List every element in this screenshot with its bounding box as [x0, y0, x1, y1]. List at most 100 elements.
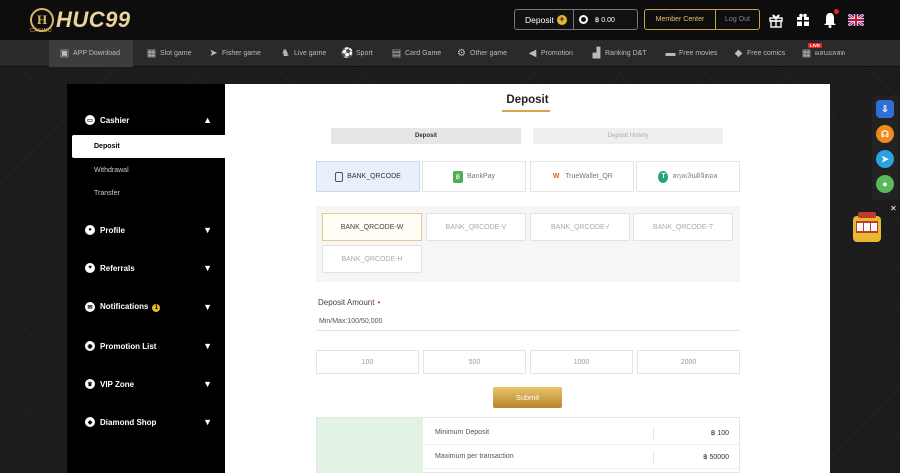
method-label: BANK_QRCODE [347, 173, 401, 180]
channel-option[interactable]: BANK_QRCODE-H [322, 245, 422, 273]
logo-subtitle: CASINO [30, 28, 53, 34]
header-deposit-label: Deposit [525, 14, 554, 25]
nav-label: Fisher game [222, 50, 261, 57]
heart-icon: ♥ [85, 263, 95, 273]
tab-deposit-history[interactable]: Deposit History [533, 128, 723, 144]
info-key: Minimum Deposit [435, 429, 490, 436]
sidebar-item-transfer[interactable]: Transfer [72, 182, 225, 205]
nav-item-sport[interactable]: ⚽ Sport [341, 40, 372, 67]
sidebar-item-withdrawal[interactable]: Withdrawal [72, 159, 225, 182]
channel-option[interactable]: BANK_QRCODE-T [633, 213, 733, 241]
slot-machine-icon[interactable] [850, 210, 884, 244]
quick-amount-button[interactable]: 100 [316, 350, 419, 374]
deposit-panel: Deposit Deposit Deposit History BANK_QRC… [225, 84, 830, 473]
download-icon[interactable]: ⇩ [876, 100, 894, 118]
balance: ฿ 0.00 [594, 16, 615, 24]
uk-flag-icon[interactable] [846, 10, 866, 30]
comic-icon: ◆ [734, 48, 743, 59]
method-bankpay[interactable]: ฿ BankPay [422, 161, 526, 192]
amount-label-text: Deposit Amount [318, 298, 375, 307]
channel-option[interactable]: BANK_QRCODE-/ [530, 213, 630, 241]
required-marker: • [377, 298, 381, 307]
method-crypto[interactable]: T สกุลเงินดิจิตอล [636, 161, 740, 192]
scoreboard-icon: ▦ [801, 48, 812, 59]
title-underline [502, 110, 550, 112]
gift-icon[interactable] [766, 10, 786, 30]
sidebar-label: Notifications 1 [100, 302, 161, 312]
nav-item-live-game[interactable]: ♞ Live game [280, 40, 326, 67]
deposit-info-panel: Minimum Deposit ฿ 100 Maximum per transa… [316, 417, 741, 473]
floating-contact-bar: ⇩ ☊ ➤ ● [872, 96, 898, 200]
nav-label: Ranking D&T [605, 50, 647, 57]
sidebar-item-deposit[interactable]: Deposit [72, 135, 225, 158]
notification-dot [834, 9, 839, 14]
member-box: Member Center Log Out [644, 9, 760, 30]
method-bank-qrcode[interactable]: BANK_QRCODE [316, 161, 420, 192]
nav-item-app-download[interactable]: ▣ APP Download [49, 40, 133, 67]
close-icon[interactable]: ✕ [890, 204, 897, 213]
chevron-down-icon: ▼ [203, 225, 212, 235]
nav-item-fisher-game[interactable]: ➤ Fisher game [208, 40, 261, 67]
quick-amount-button[interactable]: 500 [423, 350, 526, 374]
method-truewallet[interactable]: W TrueWallet_QR [530, 161, 634, 192]
headset-icon[interactable]: ☊ [876, 125, 894, 143]
quick-amount-button[interactable]: 2000 [637, 350, 740, 374]
divider [572, 9, 574, 30]
bell-icon[interactable] [820, 9, 840, 30]
method-label: TrueWallet_QR [565, 173, 613, 180]
notification-count-badge: 1 [152, 304, 161, 312]
info-value: ฿ 50000 [703, 453, 729, 461]
account-sidebar: ▭ Cashier ▲ Deposit Withdrawal Transfer … [67, 84, 225, 473]
giftbox-icon[interactable] [793, 10, 813, 30]
method-label: BankPay [466, 173, 496, 180]
sidebar-referrals[interactable]: ♥ Referrals ▼ [67, 259, 225, 277]
chevron-up-icon: ▲ [203, 115, 212, 125]
nav-item-free-comics[interactable]: ◆ Free comics [733, 40, 785, 67]
chevron-down-icon: ▼ [203, 417, 212, 427]
truewallet-icon: W [552, 173, 560, 180]
info-row: Minimum Deposit ฿ 100 [423, 421, 741, 445]
sidebar-notifications[interactable]: ✉ Notifications 1 ▼ [67, 298, 225, 316]
sidebar-profile[interactable]: ● Profile ▼ [67, 221, 225, 239]
nav-item-other-game[interactable]: ⚙ Other game [456, 40, 507, 67]
notifications-label: Notifications [100, 302, 149, 311]
bank-icon: ฿ [452, 170, 463, 183]
main-nav: ▣ APP Download ▦ Slot game ➤ Fisher game ♞ L… [0, 40, 900, 67]
nav-item-promotion[interactable]: ◀ Promotion [527, 40, 573, 67]
nav-item-card-game[interactable]: ▤ Card Game [391, 40, 441, 67]
nav-item-ranking[interactable]: ▟ Ranking D&T [591, 40, 647, 67]
deposit-amount-input[interactable] [316, 313, 740, 331]
app-icon: ▣ [59, 48, 70, 59]
vip-icon: ♛ [85, 379, 95, 389]
logo[interactable]: H HUC99 CASINO [30, 5, 131, 35]
quick-amount-button[interactable]: 1000 [530, 350, 633, 374]
nav-label: Card Game [405, 50, 442, 57]
fish-icon: ➤ [209, 48, 218, 59]
sidebar-label: Profile [100, 225, 125, 235]
sidebar-vip-zone[interactable]: ♛ VIP Zone ▼ [67, 375, 225, 393]
submit-button[interactable]: Submit [493, 387, 562, 408]
sidebar-cashier[interactable]: ▭ Cashier ▲ [67, 111, 225, 129]
nav-label: Promotion [541, 50, 573, 57]
member-center-button[interactable]: Member Center [645, 16, 715, 23]
refresh-icon[interactable] [578, 15, 588, 24]
logout-button[interactable]: Log Out [716, 16, 759, 23]
nav-item-free-movies[interactable]: ▬ Free movies [665, 40, 718, 67]
method-label: สกุลเงินดิจิตอล [672, 173, 718, 180]
sidebar-diamond-shop[interactable]: ◆ Diamond Shop ▼ [67, 413, 225, 431]
live-badge: LIVE [808, 43, 823, 48]
info-value: ฿ 100 [710, 429, 729, 437]
line-icon[interactable]: ● [876, 175, 894, 193]
page-title: Deposit [506, 94, 549, 106]
cashier-icon: ▭ [85, 115, 95, 125]
nav-item-slot-game[interactable]: ▦ Slot game [146, 40, 192, 67]
channel-option[interactable]: BANK_QRCODE-W [322, 213, 422, 241]
slot-icon: ▦ [146, 48, 157, 59]
telegram-icon[interactable]: ➤ [876, 150, 894, 168]
tab-deposit[interactable]: Deposit [331, 128, 521, 144]
promotion-icon: ◉ [85, 341, 95, 351]
sidebar-promotion-list[interactable]: ◉ Promotion List ▼ [67, 337, 225, 355]
chevron-down-icon: ▼ [203, 302, 212, 312]
channel-option[interactable]: BANK_QRCODE-V [426, 213, 526, 241]
header-deposit-button[interactable]: Deposit + [515, 14, 567, 25]
